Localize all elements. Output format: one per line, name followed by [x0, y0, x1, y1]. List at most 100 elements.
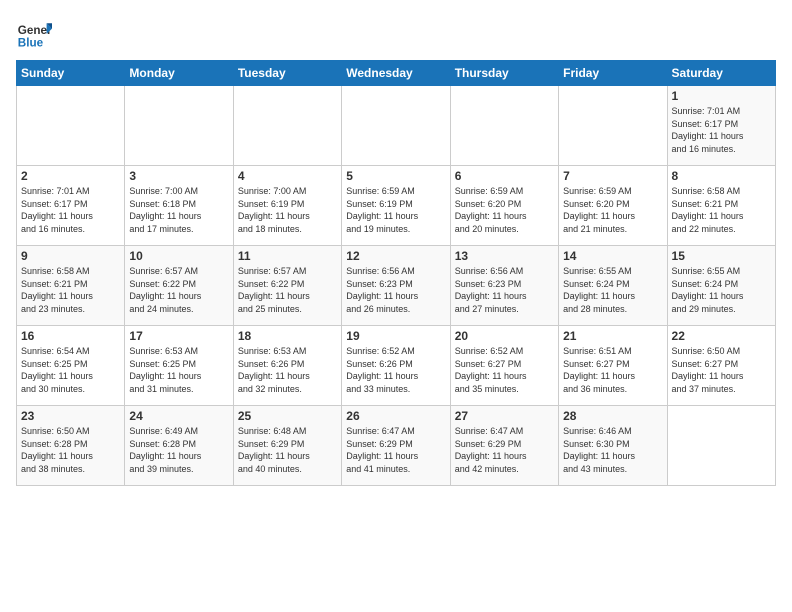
- day-info: Sunrise: 6:59 AM Sunset: 6:20 PM Dayligh…: [455, 185, 554, 235]
- day-number: 9: [21, 249, 120, 263]
- calendar-table: SundayMondayTuesdayWednesdayThursdayFrid…: [16, 60, 776, 486]
- header-row: SundayMondayTuesdayWednesdayThursdayFrid…: [17, 61, 776, 86]
- day-header-sunday: Sunday: [17, 61, 125, 86]
- calendar-cell: 27Sunrise: 6:47 AM Sunset: 6:29 PM Dayli…: [450, 406, 558, 486]
- calendar-cell: [125, 86, 233, 166]
- calendar-cell: 18 Sunrise: 6:53 AM Sunset: 6:26 PM Dayli…: [233, 326, 341, 406]
- calendar-cell: 26 Sunrise: 6:47 AM Sunset: 6:29 PM Dayli…: [342, 406, 450, 486]
- day-info: Sunrise: 6:53 AM Sunset: 6:26 PM Dayligh…: [238, 345, 337, 395]
- calendar-cell: 8 Sunrise: 6:58 AM Sunset: 6:21 PM Daylig…: [667, 166, 775, 246]
- day-info: Sunrise: 6:52 AM Sunset: 6:27 PM Dayligh…: [455, 345, 554, 395]
- day-number: 21: [563, 329, 662, 343]
- day-number: 7: [563, 169, 662, 183]
- page-header: General Blue: [16, 16, 776, 52]
- day-info: Sunrise: 6:59 AM Sunset: 6:20 PM Dayligh…: [563, 185, 662, 235]
- day-info: Sunrise: 6:57 AM Sunset: 6:22 PM Dayligh…: [129, 265, 228, 315]
- day-info: Sunrise: 7:01 AM Sunset: 6:17 PM Dayligh…: [672, 105, 771, 155]
- calendar-cell: 17 Sunrise: 6:53 AM Sunset: 6:25 PM Dayli…: [125, 326, 233, 406]
- day-info: Sunrise: 7:00 AM Sunset: 6:19 PM Dayligh…: [238, 185, 337, 235]
- day-number: 25: [238, 409, 337, 423]
- day-number: 26: [346, 409, 445, 423]
- calendar-cell: 12 Sunrise: 6:56 AM Sunset: 6:23 PM Dayli…: [342, 246, 450, 326]
- day-info: Sunrise: 6:58 AM Sunset: 6:21 PM Dayligh…: [672, 185, 771, 235]
- day-info: Sunrise: 6:50 AM Sunset: 6:27 PM Dayligh…: [672, 345, 771, 395]
- week-row-5: 23 Sunrise: 6:50 AM Sunset: 6:28 PM Dayli…: [17, 406, 776, 486]
- week-row-2: 2Sunrise: 7:01 AM Sunset: 6:17 PM Daylig…: [17, 166, 776, 246]
- day-info: Sunrise: 6:52 AM Sunset: 6:26 PM Dayligh…: [346, 345, 445, 395]
- day-header-saturday: Saturday: [667, 61, 775, 86]
- day-number: 17: [129, 329, 228, 343]
- svg-text:Blue: Blue: [18, 37, 44, 50]
- day-number: 15: [672, 249, 771, 263]
- calendar-cell: 24 Sunrise: 6:49 AM Sunset: 6:28 PM Dayli…: [125, 406, 233, 486]
- calendar-cell: 25 Sunrise: 6:48 AM Sunset: 6:29 PM Dayli…: [233, 406, 341, 486]
- day-info: Sunrise: 6:47 AM Sunset: 6:29 PM Dayligh…: [455, 425, 554, 475]
- day-info: Sunrise: 6:59 AM Sunset: 6:19 PM Dayligh…: [346, 185, 445, 235]
- day-number: 19: [346, 329, 445, 343]
- calendar-cell: 15 Sunrise: 6:55 AM Sunset: 6:24 PM Dayli…: [667, 246, 775, 326]
- calendar-cell: [559, 86, 667, 166]
- calendar-cell: 2Sunrise: 7:01 AM Sunset: 6:17 PM Daylig…: [17, 166, 125, 246]
- day-info: Sunrise: 6:46 AM Sunset: 6:30 PM Dayligh…: [563, 425, 662, 475]
- calendar-cell: 9 Sunrise: 6:58 AM Sunset: 6:21 PM Daylig…: [17, 246, 125, 326]
- day-info: Sunrise: 6:55 AM Sunset: 6:24 PM Dayligh…: [672, 265, 771, 315]
- day-header-tuesday: Tuesday: [233, 61, 341, 86]
- day-header-friday: Friday: [559, 61, 667, 86]
- day-info: Sunrise: 6:47 AM Sunset: 6:29 PM Dayligh…: [346, 425, 445, 475]
- day-header-wednesday: Wednesday: [342, 61, 450, 86]
- day-info: Sunrise: 7:01 AM Sunset: 6:17 PM Dayligh…: [21, 185, 120, 235]
- logo: General Blue: [16, 16, 52, 52]
- day-number: 11: [238, 249, 337, 263]
- calendar-cell: [342, 86, 450, 166]
- day-info: Sunrise: 6:56 AM Sunset: 6:23 PM Dayligh…: [346, 265, 445, 315]
- day-info: Sunrise: 6:53 AM Sunset: 6:25 PM Dayligh…: [129, 345, 228, 395]
- day-info: Sunrise: 6:58 AM Sunset: 6:21 PM Dayligh…: [21, 265, 120, 315]
- day-number: 13: [455, 249, 554, 263]
- day-info: Sunrise: 6:49 AM Sunset: 6:28 PM Dayligh…: [129, 425, 228, 475]
- calendar-cell: 3Sunrise: 7:00 AM Sunset: 6:18 PM Daylig…: [125, 166, 233, 246]
- calendar-cell: 23 Sunrise: 6:50 AM Sunset: 6:28 PM Dayli…: [17, 406, 125, 486]
- calendar-cell: 19 Sunrise: 6:52 AM Sunset: 6:26 PM Dayli…: [342, 326, 450, 406]
- calendar-cell: 22 Sunrise: 6:50 AM Sunset: 6:27 PM Dayli…: [667, 326, 775, 406]
- day-info: Sunrise: 6:48 AM Sunset: 6:29 PM Dayligh…: [238, 425, 337, 475]
- day-number: 16: [21, 329, 120, 343]
- week-row-3: 9 Sunrise: 6:58 AM Sunset: 6:21 PM Daylig…: [17, 246, 776, 326]
- day-number: 10: [129, 249, 228, 263]
- day-number: 22: [672, 329, 771, 343]
- day-number: 8: [672, 169, 771, 183]
- calendar-cell: [233, 86, 341, 166]
- day-number: 1: [672, 89, 771, 103]
- day-info: Sunrise: 6:57 AM Sunset: 6:22 PM Dayligh…: [238, 265, 337, 315]
- calendar-cell: 14Sunrise: 6:55 AM Sunset: 6:24 PM Dayli…: [559, 246, 667, 326]
- calendar-cell: [667, 406, 775, 486]
- week-row-1: 1 Sunrise: 7:01 AM Sunset: 6:17 PM Daylig…: [17, 86, 776, 166]
- day-info: Sunrise: 6:51 AM Sunset: 6:27 PM Dayligh…: [563, 345, 662, 395]
- calendar-cell: 7 Sunrise: 6:59 AM Sunset: 6:20 PM Daylig…: [559, 166, 667, 246]
- day-number: 14: [563, 249, 662, 263]
- day-number: 18: [238, 329, 337, 343]
- calendar-cell: 6Sunrise: 6:59 AM Sunset: 6:20 PM Daylig…: [450, 166, 558, 246]
- day-info: Sunrise: 7:00 AM Sunset: 6:18 PM Dayligh…: [129, 185, 228, 235]
- day-number: 4: [238, 169, 337, 183]
- calendar-cell: 5 Sunrise: 6:59 AM Sunset: 6:19 PM Daylig…: [342, 166, 450, 246]
- week-row-4: 16 Sunrise: 6:54 AM Sunset: 6:25 PM Dayli…: [17, 326, 776, 406]
- calendar-cell: 16 Sunrise: 6:54 AM Sunset: 6:25 PM Dayli…: [17, 326, 125, 406]
- calendar-cell: 11 Sunrise: 6:57 AM Sunset: 6:22 PM Dayli…: [233, 246, 341, 326]
- day-number: 24: [129, 409, 228, 423]
- day-info: Sunrise: 6:54 AM Sunset: 6:25 PM Dayligh…: [21, 345, 120, 395]
- calendar-cell: 10 Sunrise: 6:57 AM Sunset: 6:22 PM Dayli…: [125, 246, 233, 326]
- day-number: 23: [21, 409, 120, 423]
- logo-icon: General Blue: [16, 16, 52, 52]
- day-header-monday: Monday: [125, 61, 233, 86]
- calendar-cell: 21 Sunrise: 6:51 AM Sunset: 6:27 PM Dayli…: [559, 326, 667, 406]
- day-info: Sunrise: 6:50 AM Sunset: 6:28 PM Dayligh…: [21, 425, 120, 475]
- day-number: 12: [346, 249, 445, 263]
- day-number: 28: [563, 409, 662, 423]
- day-number: 5: [346, 169, 445, 183]
- calendar-cell: 20 Sunrise: 6:52 AM Sunset: 6:27 PM Dayli…: [450, 326, 558, 406]
- calendar-cell: [450, 86, 558, 166]
- day-number: 20: [455, 329, 554, 343]
- calendar-cell: 4 Sunrise: 7:00 AM Sunset: 6:19 PM Daylig…: [233, 166, 341, 246]
- calendar-cell: 28 Sunrise: 6:46 AM Sunset: 6:30 PM Dayli…: [559, 406, 667, 486]
- calendar-cell: 13Sunrise: 6:56 AM Sunset: 6:23 PM Dayli…: [450, 246, 558, 326]
